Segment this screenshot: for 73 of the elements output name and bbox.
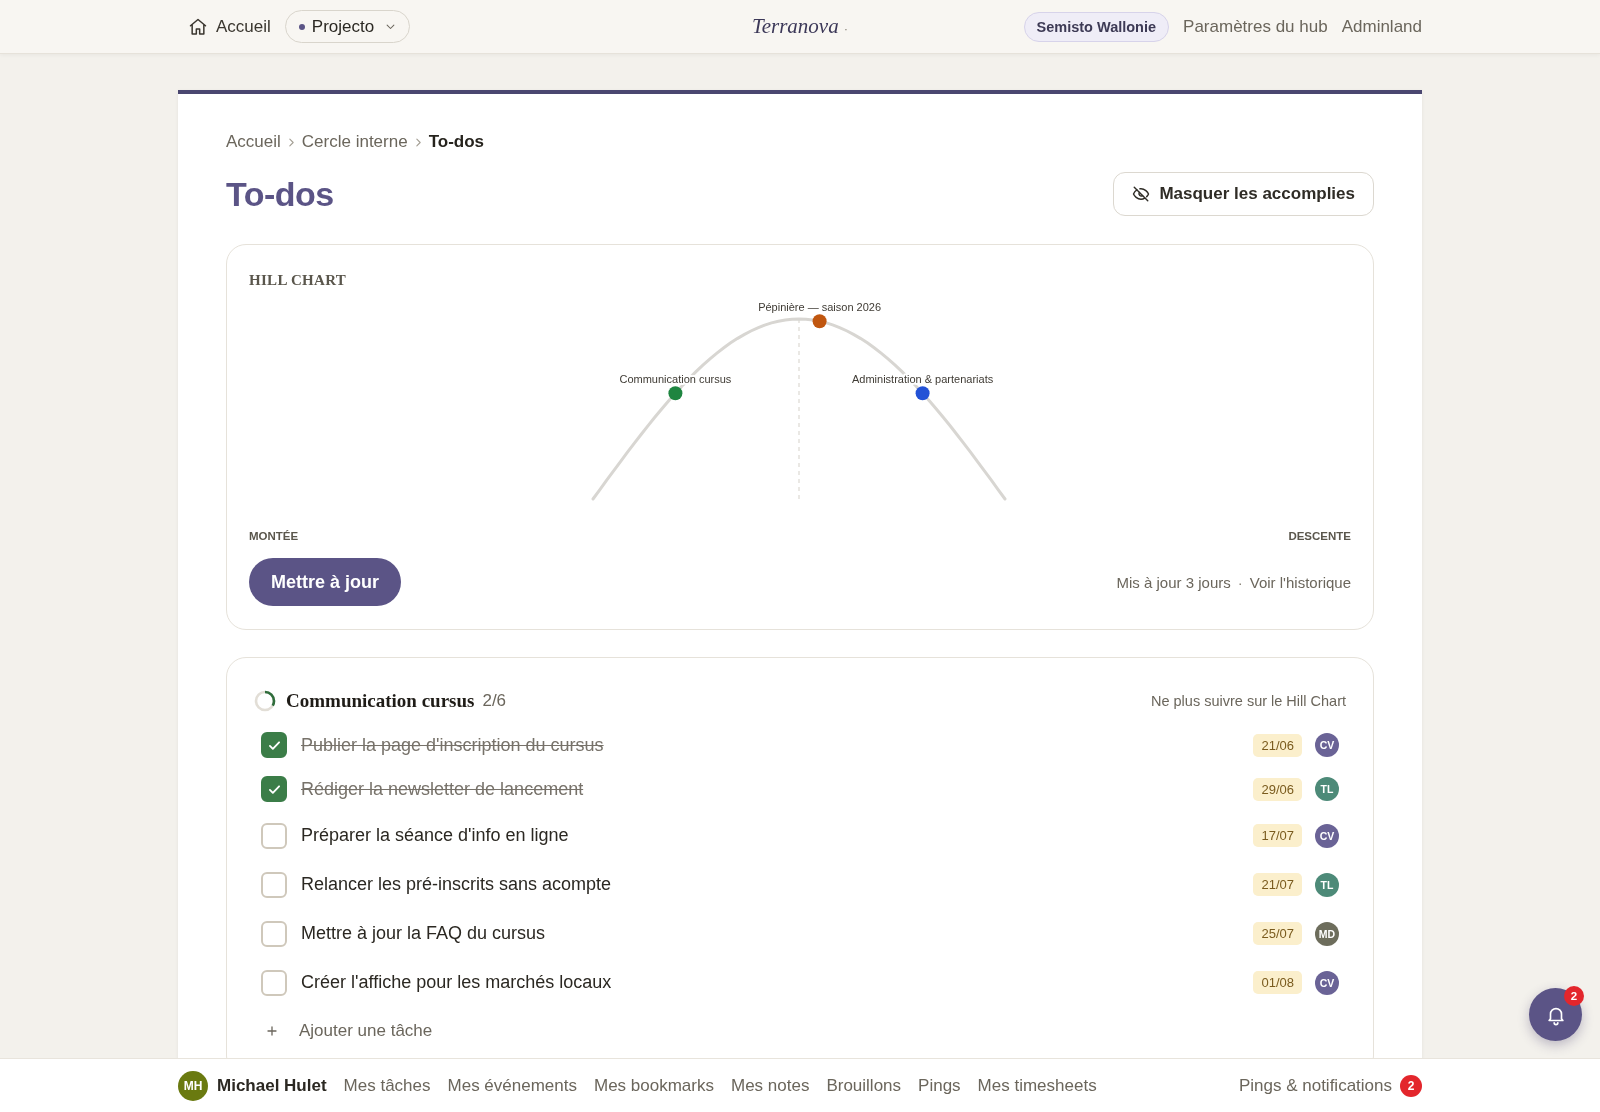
task-text: Préparer la séance d'info en ligne	[301, 825, 569, 846]
home-icon	[188, 16, 208, 37]
history-link[interactable]: Voir l'historique	[1249, 573, 1351, 591]
task-count: 2/6	[482, 691, 507, 711]
plus-icon	[267, 1026, 277, 1036]
due-date-badge: 21/07	[1253, 873, 1302, 896]
task-text: Relancer les pré-inscrits sans acompte	[301, 874, 612, 895]
nav-link[interactable]: Mes timesheets	[977, 1075, 1097, 1096]
breadcrumb-link[interactable]: To-dos	[428, 131, 485, 153]
hub-switcher[interactable]: Semisto Wallonie	[1023, 11, 1170, 42]
task-text: Publier la page d'inscription du cursus	[301, 734, 604, 756]
check-icon	[267, 739, 281, 751]
dot-icon	[298, 23, 305, 30]
nav-link[interactable]: Brouillons	[826, 1075, 902, 1096]
nav-link[interactable]: Paramètres du hub	[1183, 16, 1328, 37]
chevron-right-icon	[415, 137, 421, 147]
breadcrumb-link[interactable]: Accueil	[226, 131, 281, 153]
page-title: To-dos	[226, 174, 334, 214]
nav-link[interactable]: Pings	[918, 1075, 961, 1096]
updated-text: Mis à jour 3 jours	[1116, 573, 1231, 591]
unfollow-link[interactable]: Ne plus suivre sur le Hill Chart	[1151, 693, 1346, 709]
due-date-badge: 29/06	[1253, 777, 1302, 801]
separator-text: ·	[1237, 573, 1243, 591]
checkbox[interactable]	[261, 732, 287, 758]
nav-link[interactable]: Mes bookmarks	[594, 1075, 714, 1096]
notifications-button[interactable]: 2	[1529, 988, 1582, 1041]
assignee-avatar: MD	[1315, 921, 1339, 946]
add-task-button[interactable]: Ajouter une tâche	[254, 1007, 433, 1055]
breadcrumb-link[interactable]: Cercle interne	[301, 131, 408, 153]
point-label: Administration & partenariats	[852, 373, 994, 386]
checkbox[interactable]	[261, 776, 287, 802]
logo-mark: ·	[843, 21, 849, 36]
nav-link[interactable]: Mes tâches	[343, 1075, 431, 1096]
task-text: Créer l'affiche pour les marchés locaux	[301, 972, 612, 993]
user-avatar: MH	[178, 1070, 208, 1101]
panel-title: HILL CHART	[249, 271, 348, 290]
checkbox[interactable]	[261, 871, 287, 898]
task-text: Mettre à jour la FAQ du cursus	[301, 923, 546, 944]
assignee-avatar: TL	[1315, 872, 1339, 897]
axis-label: MONTÉE	[249, 529, 299, 544]
due-date-badge: 01/08	[1253, 971, 1302, 994]
point-label: Communication cursus	[619, 373, 732, 386]
checkbox[interactable]	[261, 920, 287, 947]
project-switcher[interactable]: Projecto	[284, 10, 411, 43]
due-date-badge: 21/06	[1253, 733, 1302, 757]
axis-label: DESCENTE	[1288, 529, 1351, 544]
logo-text: Terranova	[751, 14, 839, 39]
progress-ring-icon	[254, 690, 276, 712]
list-title: Communication cursus	[286, 690, 475, 712]
checkbox[interactable]	[261, 822, 287, 849]
hide-completed-button[interactable]: Masquer les accomplies	[1113, 172, 1374, 216]
assignee-avatar: CV	[1315, 733, 1339, 757]
chevron-right-icon	[288, 137, 294, 147]
assignee-avatar: TL	[1315, 777, 1339, 801]
user-name: Michael Hulet	[217, 1075, 327, 1096]
task-text: Rédiger la newsletter de lancement	[301, 778, 584, 800]
count-badge: 2	[1564, 986, 1584, 1006]
nav-link[interactable]: Mes événements	[447, 1075, 577, 1096]
point-label: Pépinière — saison 2026	[758, 301, 882, 314]
chevron-down-icon	[386, 23, 396, 30]
check-icon	[267, 783, 281, 795]
home-link[interactable]: Accueil	[188, 16, 271, 37]
checkbox[interactable]	[261, 969, 287, 996]
assignee-avatar: CV	[1315, 970, 1339, 995]
nav-link[interactable]: Mes notes	[730, 1075, 810, 1096]
eye-slash-icon	[1132, 185, 1151, 203]
notifications-link[interactable]: Pings & notifications 2	[1238, 1074, 1422, 1097]
count-badge: 2	[1400, 1074, 1422, 1097]
nav-link[interactable]: Adminland	[1341, 16, 1422, 37]
due-date-badge: 25/07	[1253, 922, 1302, 945]
update-button[interactable]: Mettre à jour	[249, 558, 402, 606]
due-date-badge: 17/07	[1253, 824, 1302, 847]
assignee-avatar: CV	[1315, 823, 1339, 848]
